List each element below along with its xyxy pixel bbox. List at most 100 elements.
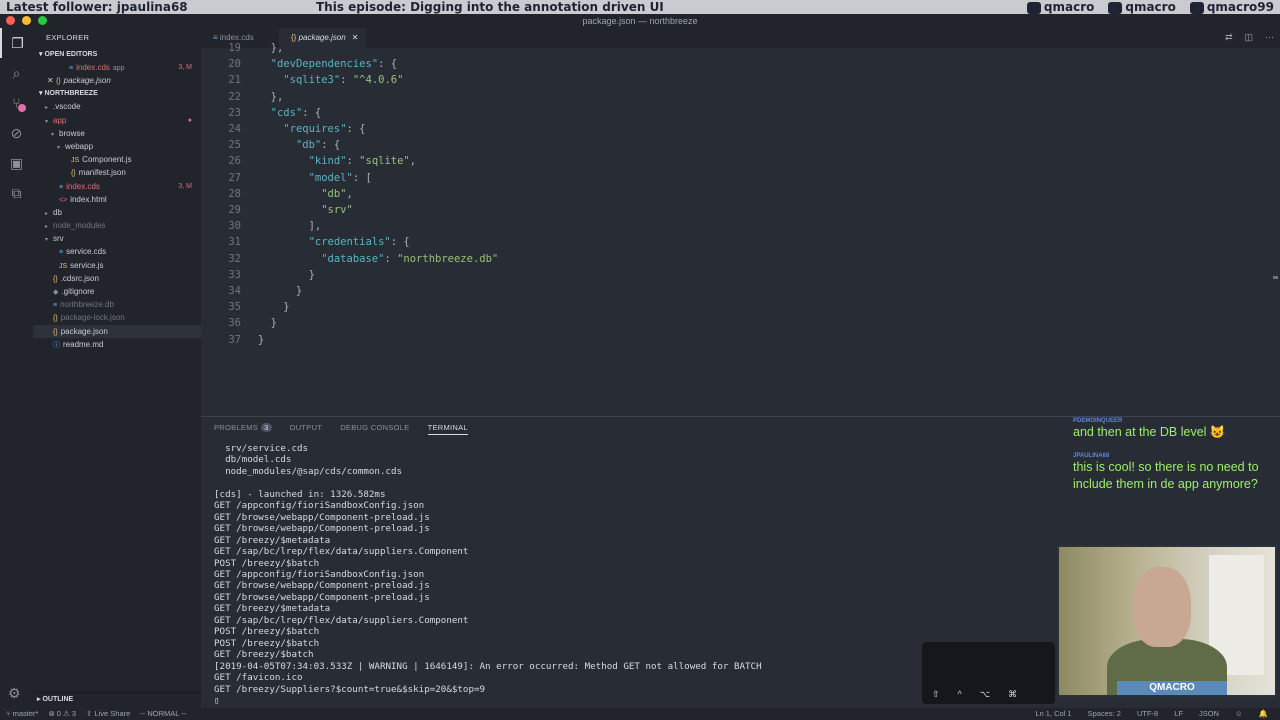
terminal-output[interactable]: srv/service.cds db/model.cds node_module… bbox=[214, 443, 762, 706]
tree-item-northbreeze-db[interactable]: ≡ northbreeze.db bbox=[33, 298, 201, 311]
code-line: 21 "sqlite3": "^4.0.6" bbox=[201, 72, 403, 88]
terminal-line: POST /breezy/$batch bbox=[214, 637, 320, 649]
open-editor-item[interactable]: ≡ index.cds app 3, M bbox=[33, 61, 201, 74]
code-text: }, bbox=[258, 42, 284, 54]
webcam-name-tag: QMACRO bbox=[1117, 681, 1227, 695]
tree-item-db[interactable]: ▸ db bbox=[33, 206, 201, 219]
indentation[interactable]: Spaces: 2 bbox=[1088, 708, 1121, 720]
code-editor[interactable]: 19 }, 20 "devDependencies": {21 "sqlite3"… bbox=[201, 42, 1280, 416]
terminal-line: GET /browse/webapp/Component-preload.js bbox=[214, 591, 430, 603]
encoding[interactable]: UTF-8 bbox=[1137, 708, 1158, 720]
tab-problems[interactable]: PROBLEMS 3 bbox=[214, 423, 272, 435]
option-key-icon: ⌥ bbox=[979, 689, 991, 699]
window-titlebar: package.json — northbreeze bbox=[0, 14, 1280, 28]
file-type-icon: ⓘ bbox=[53, 341, 60, 349]
close-window-button[interactable] bbox=[6, 16, 15, 25]
github-icon bbox=[1026, 1, 1041, 14]
terminal-line: GET /browse/webapp/Component-preload.js bbox=[214, 511, 430, 523]
twitter-icon bbox=[1108, 1, 1123, 14]
terminal-line: GET /favicon.ico bbox=[214, 672, 303, 684]
open-changes-icon[interactable]: ⇄ bbox=[1225, 32, 1233, 43]
problems-indicator[interactable]: ⊗ 0 ⚠ 3 bbox=[48, 708, 76, 720]
tree-item-browse[interactable]: ▾ browse bbox=[33, 127, 201, 140]
tree-item-package-lock-json[interactable]: {} package-lock.json bbox=[33, 311, 201, 324]
code-text: } bbox=[258, 317, 277, 330]
control-key-icon: ^ bbox=[957, 689, 962, 699]
code-line: 35 } bbox=[201, 299, 289, 315]
close-icon[interactable]: ✕ bbox=[47, 76, 56, 85]
tree-item-component-js[interactable]: JS Component.js bbox=[33, 153, 201, 166]
source-control-badge bbox=[18, 104, 26, 112]
tree-item-cdsrc-json[interactable]: {} .cdsrc.json bbox=[33, 272, 201, 285]
terminal-line: GET /breezy/$batch bbox=[214, 649, 314, 661]
feedback-icon[interactable]: ☺ bbox=[1235, 708, 1243, 720]
tree-item-gitignore[interactable]: ◆ .gitignore bbox=[33, 285, 201, 298]
gear-icon[interactable]: ⚙ bbox=[8, 685, 21, 702]
line-number: 34 bbox=[228, 285, 241, 297]
language-mode[interactable]: JSON bbox=[1199, 708, 1219, 720]
terminal-line: GET /sap/bc/lrep/flex/data/suppliers.Com… bbox=[214, 614, 469, 626]
terminal-line: GET /browse/webapp/Component-preload.js bbox=[214, 523, 430, 535]
liveshare-button[interactable]: ⇪ Live Share bbox=[86, 708, 130, 720]
explorer-title: EXPLORER bbox=[46, 33, 90, 42]
terminal-line: [2019-04-05T07:34:03.533Z | WARNING | 16… bbox=[214, 660, 762, 672]
tree-item-service-cds[interactable]: ≡ service.cds bbox=[33, 245, 201, 258]
tree-item-index-html[interactable]: <> index.html bbox=[33, 193, 201, 206]
tree-item-readme-md[interactable]: ⓘ readme.md bbox=[33, 338, 201, 351]
line-number: 28 bbox=[228, 187, 241, 200]
debug-icon[interactable]: ⊘ bbox=[0, 118, 33, 148]
code-text: "credentials": { bbox=[308, 236, 410, 249]
branch-indicator[interactable]: ⑂ master* bbox=[6, 708, 38, 720]
vim-mode: -- NORMAL -- bbox=[140, 709, 187, 718]
code-text: "database": "northbreeze.db" bbox=[321, 252, 499, 265]
tree-item-manifest-json[interactable]: {} manifest.json bbox=[33, 166, 201, 179]
tab-terminal[interactable]: TERMINAL bbox=[427, 423, 468, 435]
more-actions-icon[interactable]: ⋯ bbox=[1265, 32, 1274, 43]
tree-item-webapp[interactable]: ▾ webapp bbox=[33, 140, 201, 153]
open-editors-header[interactable]: ▾ OPEN EDITORS bbox=[33, 48, 201, 61]
line-number: 29 bbox=[228, 204, 241, 216]
code-text: "cds": { bbox=[270, 106, 322, 119]
tree-item-node-modules[interactable]: ▸ node_modules bbox=[33, 219, 201, 232]
open-editor-item[interactable]: ✕ {} package.json bbox=[33, 74, 201, 87]
outline-header[interactable]: ▸ OUTLINE bbox=[33, 692, 201, 706]
stream-overlay-bar: Latest follower: jpaulina68 This episode… bbox=[0, 0, 1280, 14]
terminal-line: ▯ bbox=[214, 694, 220, 706]
explorer-icon[interactable]: ❐ bbox=[0, 28, 33, 58]
tab-debug-console[interactable]: DEBUG CONSOLE bbox=[340, 423, 409, 435]
code-text: }, bbox=[258, 90, 284, 103]
tab-output[interactable]: OUTPUT bbox=[290, 423, 323, 435]
code-text: } bbox=[258, 268, 315, 281]
line-number: 32 bbox=[228, 252, 241, 265]
terminal-line: POST /breezy/$batch bbox=[214, 557, 320, 569]
notifications-icon[interactable]: 🔔 bbox=[1259, 708, 1268, 720]
json-file-icon: {} bbox=[55, 78, 61, 86]
tree-item-app[interactable]: ▾ app ● bbox=[33, 114, 201, 127]
webcam-feed: QMACRO bbox=[1057, 545, 1277, 697]
project-header[interactable]: ▾ NORTHBREEZE bbox=[33, 87, 201, 100]
scrollbar-marker[interactable] bbox=[1273, 276, 1278, 279]
tree-item-vscode[interactable]: ▸ .vscode bbox=[33, 100, 201, 113]
tree-item-service-js[interactable]: JS service.js bbox=[33, 259, 201, 272]
end-of-line[interactable]: LF bbox=[1174, 708, 1183, 720]
tree-item-package-json[interactable]: {} package.json bbox=[33, 324, 201, 338]
split-editor-icon[interactable]: ◫ bbox=[1244, 32, 1253, 43]
cursor-position[interactable]: Ln 1, Col 1 bbox=[1035, 708, 1071, 720]
search-icon[interactable]: ⌕ bbox=[0, 58, 33, 88]
terminal-line: [cds] - launched in: 1326.582ms bbox=[214, 488, 386, 500]
remote-icon[interactable]: ▣ bbox=[0, 148, 33, 178]
extensions-icon[interactable]: ⧉ bbox=[0, 178, 33, 208]
terminal-line: GET /appconfig/fioriSandboxConfig.json bbox=[214, 568, 425, 580]
chat-message: this is cool! so there is no need to inc… bbox=[1073, 460, 1259, 491]
tab-package-json[interactable]: {} package.json ✕ bbox=[279, 28, 367, 48]
tree-item-srv[interactable]: ▾ srv bbox=[33, 232, 201, 245]
close-tab-icon[interactable]: ✕ bbox=[352, 33, 359, 42]
line-number: 19 bbox=[228, 42, 241, 54]
code-text: "sqlite3": "^4.0.6" bbox=[283, 74, 404, 87]
maximize-window-button[interactable] bbox=[38, 16, 47, 25]
tree-item-index-cds[interactable]: ≡ index.cds 3, M bbox=[33, 180, 201, 193]
chat-message: and then at the DB level 😺 bbox=[1073, 425, 1226, 439]
source-control-icon[interactable]: ⑂ bbox=[0, 88, 33, 118]
line-number: 24 bbox=[228, 123, 241, 135]
minimize-window-button[interactable] bbox=[22, 16, 31, 25]
